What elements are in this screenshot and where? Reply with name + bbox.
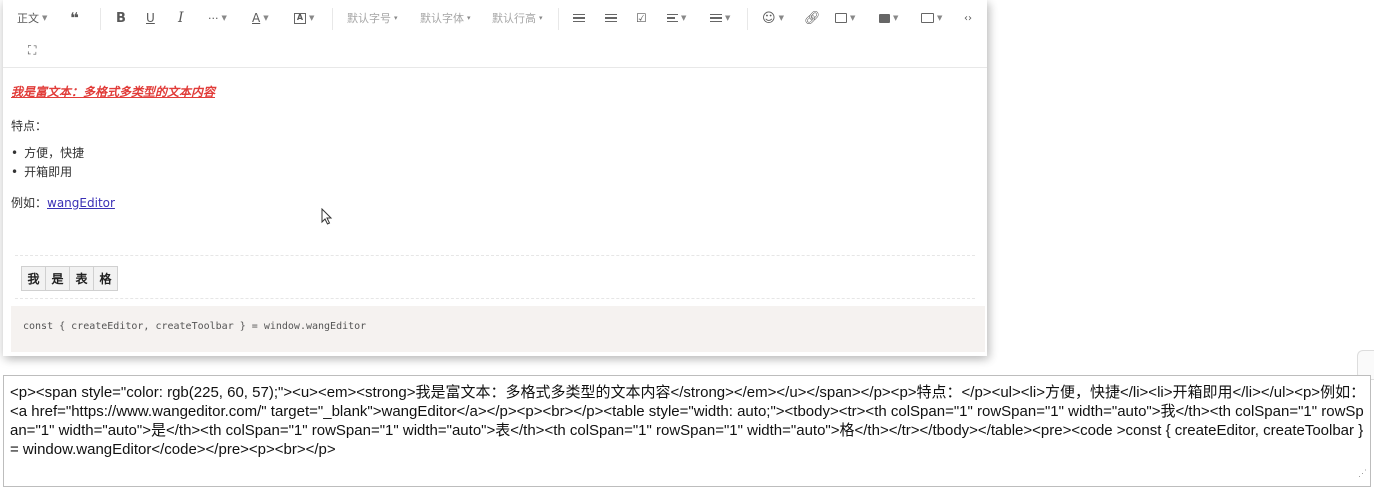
resize-grip-icon[interactable]: ⋰ [1358, 464, 1367, 483]
list-item: 方便，快捷 [11, 144, 84, 163]
table-cell[interactable]: 我 [21, 266, 46, 291]
content-table: 我 是 表 格 [21, 266, 118, 291]
font-family-label: 默认字体 [420, 12, 464, 25]
heading-select[interactable]: 正文 ▼ [17, 4, 47, 32]
fullscreen-icon[interactable]: ⛶ [28, 36, 36, 64]
toolbar-divider [558, 8, 559, 30]
toolbar-divider [747, 8, 748, 30]
line-height-select[interactable]: 默认行高 ▾ [492, 4, 543, 32]
table-cell[interactable]: 表 [69, 266, 94, 291]
editor-content[interactable]: 我是富文本：多格式多类型的文本内容 特点： 方便，快捷 开箱即用 例如：wang… [3, 70, 987, 356]
link-icon[interactable]: 🔗︎ [804, 4, 821, 32]
rich-text-title: 我是富文本：多格式多类型的文本内容 [11, 85, 216, 99]
background-color-icon[interactable]: A ▼ [294, 4, 314, 32]
table-cell[interactable]: 是 [45, 266, 70, 291]
features-list: 方便，快捷 开箱即用 [11, 144, 84, 182]
toolbar-divider [100, 8, 101, 30]
editor-toolbar: 正文 ▼ ❝ B U I ··· ▼ A ▼ A ▼ 默认字号 ▾ 默认字体 ▾ 默认行高 ▾… [3, 0, 987, 68]
code-block-icon[interactable]: ‹› [964, 4, 972, 32]
image-icon[interactable]: ▼ [835, 4, 855, 32]
emotion-icon[interactable]: ☺ ▼ [762, 4, 784, 32]
font-color-icon[interactable]: A ▼ [252, 4, 269, 32]
table-block: 我 是 表 格 [15, 255, 975, 299]
mouse-cursor-icon [321, 208, 333, 225]
font-size-label: 默认字号 [347, 12, 391, 25]
line-height-label: 默认行高 [492, 12, 536, 25]
blockquote-icon[interactable]: ❝ [70, 4, 79, 32]
table-cell[interactable]: 格 [93, 266, 118, 291]
code-block: const { createEditor, createToolbar } = … [11, 306, 985, 352]
more-style-icon[interactable]: ··· ▼ [208, 4, 227, 32]
list-item: 开箱即用 [11, 163, 84, 182]
rich-text-editor: 正文 ▼ ❝ B U I ··· ▼ A ▼ A ▼ 默认字号 ▾ 默认字体 ▾ 默认行高 ▾… [3, 0, 987, 356]
bulleted-list-icon[interactable] [573, 4, 585, 32]
features-label: 特点： [11, 119, 48, 133]
italic-icon[interactable]: I [178, 4, 184, 32]
table-icon[interactable]: ▼ [921, 4, 942, 32]
underline-icon[interactable]: U [146, 4, 155, 32]
code-text: const { createEditor, createToolbar } = … [23, 321, 367, 332]
html-output-text: <p><span style="color: rgb(225, 60, 57);… [10, 384, 1366, 458]
html-output-textarea[interactable]: <p><span style="color: rgb(225, 60, 57);… [3, 375, 1371, 487]
toolbar-divider [332, 8, 333, 30]
example-paragraph: 例如：wangEditor [11, 194, 115, 211]
example-prefix: 例如： [11, 196, 48, 210]
wangeditor-link[interactable]: wangEditor [47, 196, 115, 210]
video-icon[interactable]: ▼ [879, 4, 898, 32]
font-size-select[interactable]: 默认字号 ▾ [347, 4, 398, 32]
justify-icon[interactable]: ▼ [667, 4, 686, 32]
todo-icon[interactable]: ☑ [636, 4, 647, 32]
font-family-select[interactable]: 默认字体 ▾ [420, 4, 471, 32]
heading-select-label: 正文 [17, 12, 39, 25]
numbered-list-icon[interactable] [605, 4, 617, 32]
bold-icon[interactable]: B [116, 4, 126, 32]
indent-icon[interactable]: ▼ [710, 4, 730, 32]
